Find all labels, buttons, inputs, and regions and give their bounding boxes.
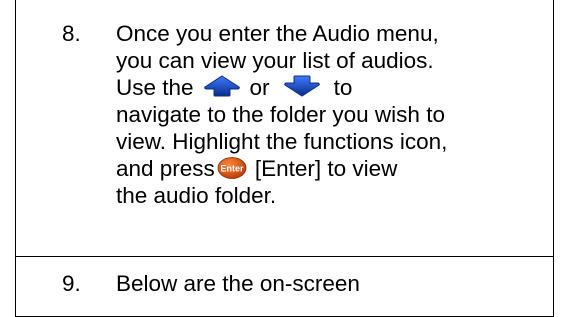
step-number: 9. — [62, 271, 81, 296]
step-text-fragment: or — [249, 75, 270, 100]
step-text: Below are the on-screen — [116, 270, 556, 297]
enter-button-icon: Enter — [217, 157, 247, 179]
step-line: Once you enter the Audio menu, — [116, 21, 439, 46]
step-line: view. Highlight the functions icon, — [116, 129, 448, 154]
step-line: the audio folder. — [116, 183, 277, 208]
step-text-fragment: [Enter] to view — [254, 156, 398, 181]
step-line: Use the or to — [116, 74, 556, 101]
up-arrow-button-icon — [203, 75, 240, 97]
step-line: navigate to the folder you wish to — [116, 102, 445, 127]
step-line: Below are the on-screen — [116, 271, 360, 296]
step-text-fragment: and press — [116, 156, 215, 181]
enter-button-label: Enter — [220, 164, 244, 174]
step-number: 8. — [62, 21, 81, 46]
step-divider — [15, 256, 554, 257]
step-text-fragment: to — [333, 75, 353, 100]
step-line: you can view your list of audios. — [116, 48, 434, 73]
step-text: Once you enter the Audio menu, you can v… — [116, 20, 556, 209]
step-text-fragment: Use the — [116, 75, 194, 100]
down-arrow-button-icon — [283, 75, 320, 97]
step-line: and press Enter [Enter] to view — [116, 155, 556, 182]
